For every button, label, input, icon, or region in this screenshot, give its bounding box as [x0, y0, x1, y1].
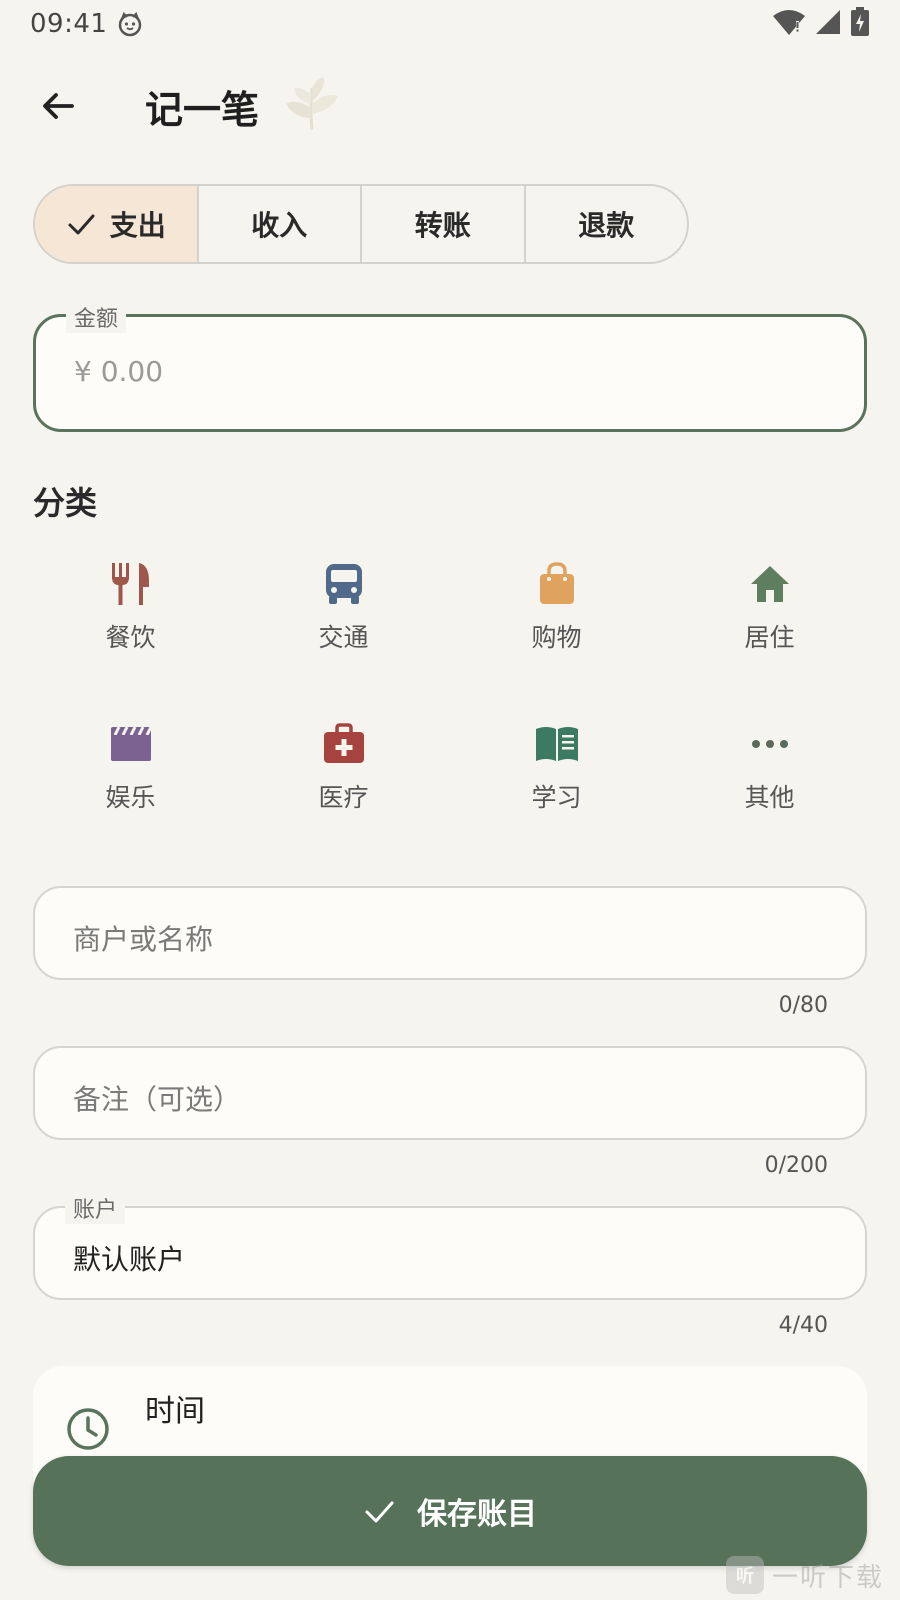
book-icon: [533, 720, 581, 768]
category-label: 交通: [318, 623, 369, 652]
category-shopping[interactable]: 购物: [450, 560, 663, 660]
arrow-left-icon: [43, 93, 74, 119]
signal-icon: [814, 8, 842, 40]
tab-refund[interactable]: 退款: [526, 186, 688, 262]
account-label: 账户: [65, 1192, 126, 1224]
tab-label: 转账: [414, 209, 471, 242]
category-housing[interactable]: 居住: [663, 560, 876, 660]
category-label: 医疗: [318, 783, 369, 812]
amount-label: 金额: [66, 301, 127, 333]
category-label: 居住: [744, 623, 795, 652]
account-counter: 4/40: [778, 1313, 828, 1338]
note-input[interactable]: 备注（可选）: [33, 1046, 867, 1140]
back-button[interactable]: [30, 78, 86, 134]
save-label: 保存账目: [417, 1497, 537, 1532]
merchant-input[interactable]: 商户或名称: [33, 886, 867, 980]
restaurant-icon: [107, 560, 155, 608]
status-time: 09:41: [30, 9, 108, 39]
category-label: 餐饮: [105, 623, 156, 652]
tab-expense[interactable]: 支出: [35, 186, 199, 262]
time-title: 时间: [145, 1394, 205, 1429]
medical-kit-icon: [320, 720, 368, 768]
category-entertainment[interactable]: 娱乐: [24, 720, 237, 820]
account-input[interactable]: 账户 默认账户: [33, 1192, 867, 1300]
home-icon: [746, 560, 794, 608]
amount-placeholder: ¥ 0.00: [74, 355, 164, 388]
category-label: 其他: [744, 783, 795, 812]
transaction-type-tabs: 支出 收入 转账 退款: [33, 184, 689, 264]
category-grid: 餐饮 交通 购物 居住 娱乐 医疗 学习 其他: [24, 560, 876, 820]
status-bar: 09:41: [0, 0, 900, 48]
check-icon: [363, 1495, 395, 1527]
watermark-text: 一听下载: [771, 1562, 884, 1593]
clock-icon: [65, 1406, 111, 1456]
category-medical[interactable]: 医疗: [237, 720, 450, 820]
account-value: 默认账户: [73, 1243, 186, 1276]
category-study[interactable]: 学习: [450, 720, 663, 820]
category-title: 分类: [33, 484, 98, 522]
save-button[interactable]: 保存账目: [33, 1456, 867, 1566]
tab-transfer[interactable]: 转账: [362, 186, 526, 262]
category-label: 娱乐: [105, 783, 156, 812]
watermark-logo: 听: [725, 1556, 764, 1594]
screen: 09:41 记一笔 支出 收入 转账 退款 金额 ¥ 0.00 分类 餐饮 交通…: [0, 0, 900, 1600]
bus-icon: [320, 560, 368, 608]
wifi-icon: [772, 8, 806, 40]
category-dining[interactable]: 餐饮: [24, 560, 237, 660]
watermark: 听 一听下载: [725, 1556, 884, 1594]
shopping-bag-icon: [533, 560, 581, 608]
amount-input[interactable]: 金额 ¥ 0.00: [33, 301, 867, 432]
check-icon: [66, 209, 96, 239]
category-label: 购物: [531, 623, 582, 652]
merchant-placeholder: 商户或名称: [73, 923, 214, 956]
status-icons: [772, 7, 870, 41]
note-placeholder: 备注（可选）: [73, 1083, 242, 1116]
leaf-icon: [282, 74, 344, 138]
tab-income[interactable]: 收入: [199, 186, 362, 262]
category-transport[interactable]: 交通: [237, 560, 450, 660]
movie-icon: [107, 720, 155, 768]
tab-label: 退款: [578, 209, 635, 242]
note-counter: 0/200: [764, 1153, 828, 1178]
page-title: 记一笔: [145, 87, 260, 132]
tab-label: 收入: [251, 209, 308, 242]
tab-label: 支出: [109, 209, 166, 242]
merchant-counter: 0/80: [778, 993, 828, 1018]
cat-face-icon: [117, 11, 143, 37]
more-icon: [746, 720, 794, 768]
battery-charging-icon: [850, 7, 870, 41]
category-other[interactable]: 其他: [663, 720, 876, 820]
header: 记一笔: [0, 64, 900, 148]
category-label: 学习: [531, 783, 582, 812]
